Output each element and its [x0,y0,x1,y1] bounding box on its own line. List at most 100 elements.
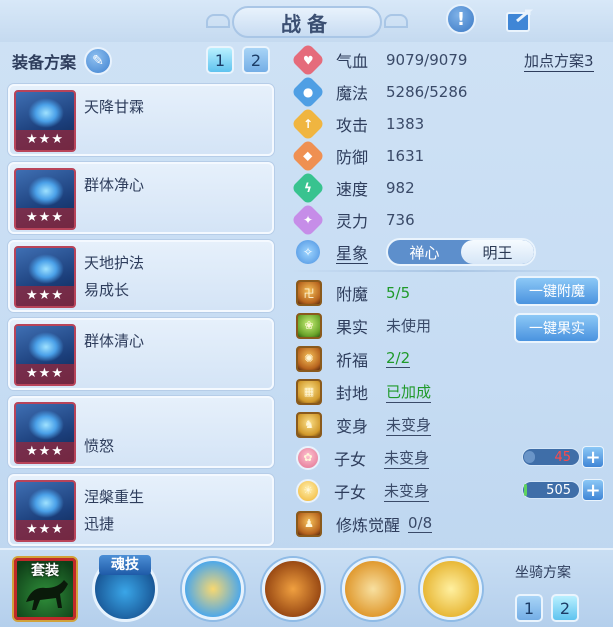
child-icon: ☀ [296,478,320,503]
xingxiang-label[interactable]: 星象 [336,244,369,264]
mount-scheme-tab-2[interactable]: 2 [551,594,579,622]
equip-name: 群体清心 [84,332,145,350]
soul-skill-button[interactable]: 魂技 [92,555,158,622]
title-ornament-left [206,14,230,28]
equip-scheme-tab-1[interactable]: 1 [206,46,234,74]
star-rating: ★★★ [16,442,74,462]
stat-row-sudu: ϟ 速度 982 [291,171,612,205]
stat-value: 5286/5286 [386,83,468,101]
enchant-row-bianshen: ♞ 变身 未变身 [292,408,612,441]
divider [292,270,602,272]
stat-label: 攻击 [336,116,369,135]
enchant-value[interactable]: 未变身 [384,480,430,502]
equip-card[interactable]: ★★★ 愤怒 [8,396,274,468]
equip-name: 天地护法 [84,254,145,272]
equip-icon: ★★★ [14,168,76,230]
mana-icon: ● [291,75,325,109]
plus-icon[interactable]: + [582,446,604,468]
mount-scheme-tab-1[interactable]: 1 [515,594,543,622]
equip-icon: ★★★ [14,402,76,464]
equip-name: 涅槃重生 [84,488,145,506]
enchant-value[interactable]: 已加成 [386,381,432,403]
star-rating: ★★★ [16,520,74,540]
skill-orb-golden[interactable] [420,558,482,620]
one-key-enchant-button[interactable]: 一键附魔 [514,276,600,306]
equip-scheme-tab-2[interactable]: 2 [242,46,270,74]
stat-value: 1631 [386,147,425,165]
heart-icon: ♥ [291,43,325,77]
enchant-value[interactable]: 未变身 [386,414,432,436]
star-rating: ★★★ [16,364,74,384]
mount-scheme-title: 坐骑方案 [515,565,571,581]
xingxiang-option-mingwang[interactable]: 明王 [461,240,534,264]
suit-button[interactable]: 套装 [12,556,78,622]
equip-icon: ★★★ [14,246,76,308]
enchant-row-xiulian: ♟ 修炼觉醒 0/8 [292,507,612,540]
fruit-icon: ❀ [296,312,322,339]
enchant-row-fumo: 卍 附魔 5/5 一键附魔 [292,276,612,309]
equip-icon: ★★★ [14,480,76,542]
equip-card[interactable]: ★★★ 天地护法 易成长 [8,240,274,312]
title-ornament-right [384,14,408,28]
equip-sub: 愤怒 [84,437,115,455]
enchant-value[interactable]: 2/2 [386,349,411,368]
stat-row-mofa: ● 魔法 5286/5286 [291,75,612,109]
enchant-label: 子女 [334,449,367,469]
stat-value: 1383 [386,115,425,133]
star-rating: ★★★ [16,286,74,306]
equip-sub: 迅捷 [84,515,115,533]
stat-label: 防御 [336,148,369,167]
child-progress-fill [524,484,527,496]
plus-icon[interactable]: + [582,479,604,501]
xingxiang-option-chanxin[interactable]: 禅心 [388,240,461,264]
title-bar: 战备 ! [0,0,613,42]
add-point-plan-link[interactable]: 加点方案3 [524,50,594,72]
enchant-value[interactable]: 0/8 [408,514,433,533]
child-progress-bar: 505 [522,481,580,499]
mount-scheme-tabs: 1 2 [515,594,579,622]
equip-name: 天降甘霖 [84,98,145,116]
share-icon[interactable] [505,4,535,34]
child-progress-bar: 45 [522,448,580,466]
equip-scheme-header: 装备方案 ✎ 1 2 [6,44,278,78]
stat-row-fangyu: ◆ 防御 1631 [291,139,612,173]
star-rating: ★★★ [16,208,74,228]
enchant-row-qifu: ✺ 祈福 2/2 [292,342,612,375]
blessing-icon: ✺ [296,345,322,372]
enchant-label: 祈福 [336,350,369,370]
transform-icon: ♞ [296,411,322,438]
equip-card[interactable]: ★★★ 群体净心 [8,162,274,234]
equip-card[interactable]: ★★★ 涅槃重生 迅捷 [8,474,274,546]
enchant-value[interactable]: 未变身 [384,447,430,469]
panther-icon [26,580,68,610]
equip-card[interactable]: ★★★ 天降甘霖 [8,84,274,156]
enchant-label: 果实 [336,317,369,337]
alert-icon[interactable]: ! [446,4,476,34]
one-key-fruit-button[interactable]: 一键果实 [514,313,600,343]
stat-value: 982 [386,179,415,197]
skill-orb-warrior[interactable] [342,558,404,620]
equip-card[interactable]: ★★★ 群体清心 [8,318,274,390]
skill-orb-chest[interactable] [262,558,324,620]
enchant-row-zinv-1: ✿ 子女 未变身 45 + [292,441,612,474]
spirit-icon: ✦ [291,203,325,237]
sword-icon: ↑ [291,107,325,141]
enchant-value: 5/5 [386,283,411,302]
enchant-label: 封地 [336,383,369,403]
skill-orb-monk[interactable] [182,558,244,620]
enchant-label: 子女 [334,482,367,502]
xingxiang-toggle[interactable]: 禅心 明王 [386,238,536,266]
equip-sub: 易成长 [84,281,130,299]
star-rating: ★★★ [16,130,74,150]
pencil-icon[interactable]: ✎ [84,47,113,75]
stat-row-gongji: ↑ 攻击 1383 [291,107,612,141]
stat-label: 速度 [336,180,369,199]
stat-row-qixue: ♥ 气血 9079/9079 加点方案3 [291,43,612,77]
stat-row-lingli: ✦ 灵力 736 [291,203,612,237]
enchant-value: 未使用 [386,317,432,335]
child-progress-fill [524,451,536,463]
cultivation-icon: ♟ [296,510,322,537]
enchant-label: 变身 [336,416,369,436]
page-title: 战备 [232,6,382,38]
child-icon: ✿ [296,445,320,470]
